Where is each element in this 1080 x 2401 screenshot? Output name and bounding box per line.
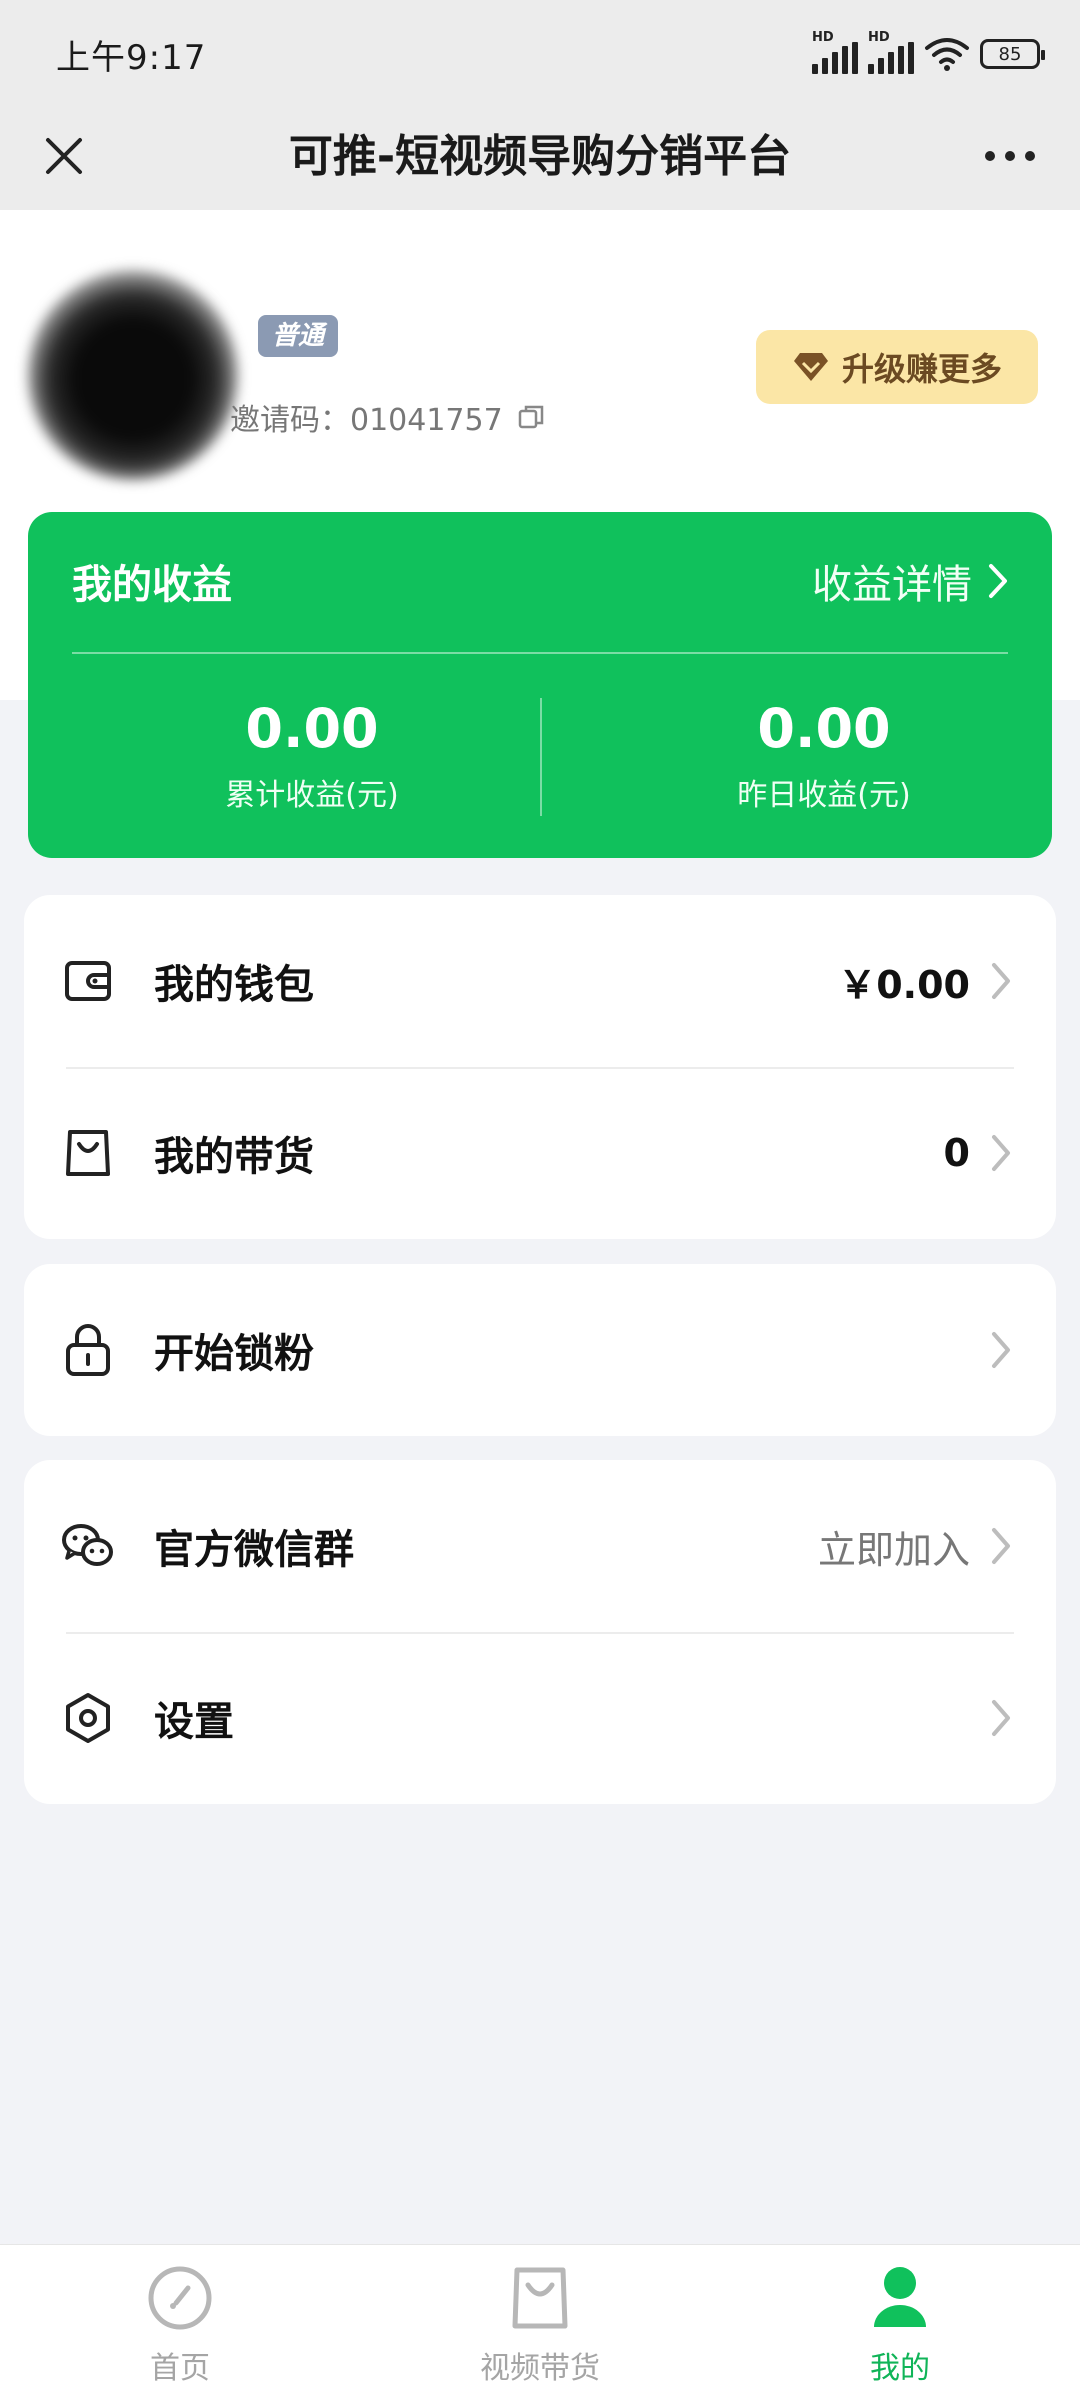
lock-fans-label: 开始锁粉 [154,1331,314,1377]
menu-item-wechat-group[interactable]: 官方微信群 立即加入 [24,1460,1056,1632]
shopping-bag-icon [507,2265,573,2331]
lock-icon [60,1322,116,1378]
more-dot-icon [1025,151,1035,161]
my-goods-label: 我的带货 [154,1134,314,1180]
compass-icon [147,2265,213,2331]
member-level-badge: 普通 [258,315,339,357]
earnings-detail-link[interactable]: 收益详情 [812,552,1010,610]
menu-item-my-goods[interactable]: 我的带货 0 [24,1067,1056,1239]
wallet-icon [60,953,116,1009]
menu-item-lock-fans[interactable]: 开始锁粉 [24,1264,1056,1436]
chevron-right-icon [992,1528,1010,1564]
menu-item-wallet[interactable]: 我的钱包 ￥0.00 [24,895,1056,1067]
divider [540,698,542,816]
invite-code-label: 邀请码： [230,403,350,438]
menu-card-lock-fans: 开始锁粉 [24,1264,1056,1436]
chevron-right-icon [992,963,1010,999]
diamond-icon [793,353,828,381]
chevron-right-icon [989,564,1007,598]
bottom-nav: 首页 视频带货 我的 [0,2244,1080,2401]
chevron-right-icon [992,1332,1010,1368]
join-now-text: 立即加入 [817,1527,970,1572]
page-title: 可推-短视频导购分销平台 [288,131,792,182]
divider [72,652,1008,654]
total-earnings-value: 0.00 [245,697,379,760]
tab-home[interactable]: 首页 [0,2245,360,2401]
copy-icon[interactable] [517,403,545,431]
tab-video-goods[interactable]: 视频带货 [360,2245,720,2401]
more-dot-icon [985,151,995,161]
wallet-balance: ￥0.00 [838,962,970,1007]
earnings-detail-label: 收益详情 [812,562,972,608]
yesterday-earnings-label: 昨日收益(元) [737,778,911,813]
tab-mine[interactable]: 我的 [720,2245,1080,2401]
title-bar: 可推-短视频导购分销平台 [0,100,1080,210]
more-dot-icon [1005,151,1015,161]
wallet-label: 我的钱包 [154,962,314,1008]
total-earnings-stat: 0.00 累计收益(元) [112,698,512,814]
upgrade-button[interactable]: 升级赚更多 [756,330,1038,404]
yesterday-earnings-stat: 0.00 昨日收益(元) [624,698,1024,814]
tab-mine-label: 我的 [870,2351,930,2386]
chevron-right-icon [992,1135,1010,1171]
user-icon [867,2265,933,2331]
settings-icon [60,1690,116,1746]
invite-code-value: 01041757 [350,403,503,438]
close-icon [46,138,82,174]
upgrade-label: 升级赚更多 [841,350,1002,388]
invite-code-row: 邀请码：01041757 [230,395,545,439]
status-time: 上午9:17 [56,38,207,78]
close-button[interactable] [24,116,104,196]
earnings-card: 我的收益 收益详情 0.00 累计收益(元) 0.00 昨日收益(元) [28,512,1052,858]
tab-video-goods-label: 视频带货 [480,2351,600,2386]
chevron-right-icon [992,1700,1010,1736]
more-options-button[interactable] [960,116,1060,196]
wechat-group-label: 官方微信群 [154,1527,354,1573]
signal-icon-2: HD [868,30,914,74]
status-bar: 上午9:17 HD HD 85 [0,0,1080,100]
menu-item-settings[interactable]: 设置 [24,1632,1056,1804]
avatar[interactable] [28,270,238,480]
menu-card-assets: 我的钱包 ￥0.00 我的带货 0 [24,895,1056,1239]
settings-label: 设置 [154,1699,234,1745]
shopping-bag-icon [60,1125,116,1181]
signal-icon: HD [812,30,858,74]
yesterday-earnings-value: 0.00 [757,697,891,760]
tab-home-label: 首页 [150,2351,210,2386]
battery-level: 85 [998,43,1022,65]
wifi-icon [925,38,969,71]
total-earnings-label: 累计收益(元) [225,778,399,813]
status-icons: HD HD 85 [812,30,1045,74]
my-goods-count: 0 [943,1131,970,1175]
menu-card-more: 官方微信群 立即加入 设置 [24,1460,1056,1804]
earnings-title: 我的收益 [72,562,232,608]
battery-icon: 85 [980,39,1045,69]
wechat-icon [60,1518,116,1574]
